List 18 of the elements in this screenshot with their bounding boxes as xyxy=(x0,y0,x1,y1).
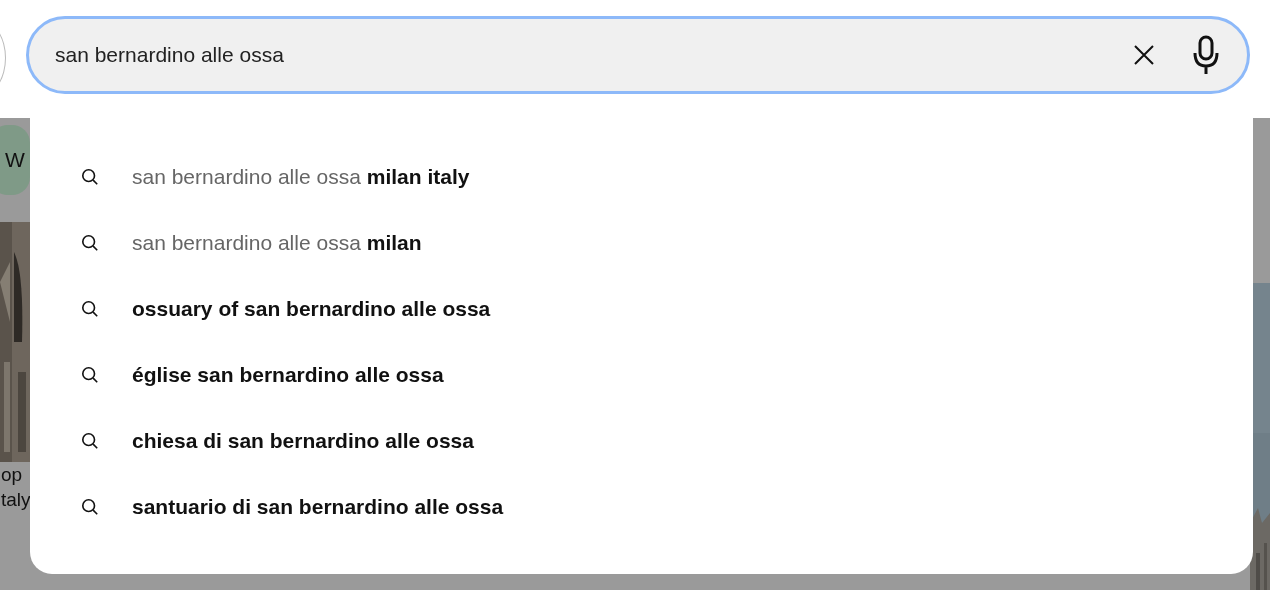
suggestion-item[interactable]: chiesa di san bernardino alle ossa xyxy=(132,429,474,453)
card-title: op xyxy=(1,463,24,487)
search-icon xyxy=(81,432,99,450)
search-icon xyxy=(81,366,99,384)
suggestion-item[interactable]: san bernardino alle ossa milan italy xyxy=(132,165,470,189)
suggestion-item[interactable]: san bernardino alle ossa milan xyxy=(132,231,422,255)
card-title: taly xyxy=(1,488,30,512)
close-icon[interactable] xyxy=(1132,43,1156,67)
search-icon xyxy=(81,234,99,252)
search-icon xyxy=(81,498,99,516)
suggestion-item[interactable]: santuario di san bernardino alle ossa xyxy=(132,495,504,519)
search-field[interactable]: san bernardino alle ossa xyxy=(26,16,1250,94)
suggestion-item[interactable]: ossuary of san bernardino alle ossa xyxy=(132,297,491,321)
suggestion-item[interactable]: église san bernardino alle ossa xyxy=(132,363,444,387)
search-icon xyxy=(81,300,99,318)
filter-chip[interactable]: W xyxy=(0,125,30,195)
search-icon xyxy=(81,168,99,186)
microphone-icon[interactable] xyxy=(1192,35,1220,75)
